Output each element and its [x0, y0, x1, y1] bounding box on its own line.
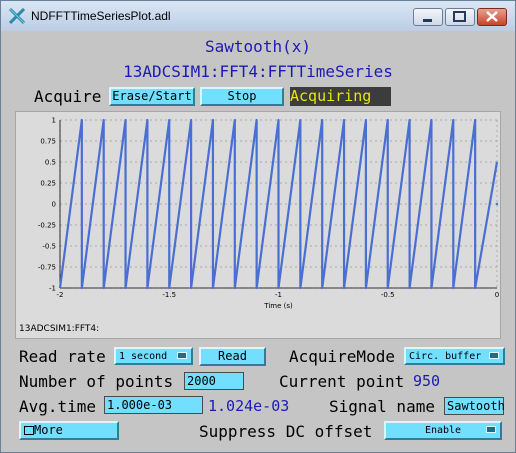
pv-name: 13ADCSIM1:FFT4:FFTTimeSeries — [123, 62, 393, 81]
stop-button[interactable]: Stop — [200, 87, 284, 106]
x-tick-label: 0 — [495, 291, 499, 299]
acquire-status: Acquiring — [290, 87, 391, 106]
client-area: Sawtooth(x) 13ADCSIM1:FFT4:FFTTimeSeries… — [8, 31, 508, 446]
points-label: Number of points — [19, 372, 174, 391]
related-display-icon — [24, 426, 34, 435]
time-series-chart: 10.750.50.250-0.25-0.5-0.75-1-2 -1.5 -1 -0.… — [38, 117, 499, 311]
points-input[interactable]: 2000 — [184, 372, 244, 390]
acquire-mode-menu[interactable]: Circ. buffer — [404, 347, 505, 365]
menu-indicator-icon — [489, 352, 499, 359]
read-button[interactable]: Read — [199, 347, 266, 366]
y-tick-label: -1 — [49, 285, 56, 293]
read-rate-label: Read rate — [19, 347, 106, 366]
erase-start-button[interactable]: Erase/Start — [109, 87, 195, 106]
signal-name-input[interactable]: Sawtooth — [444, 397, 505, 415]
read-rate-value: 1 second — [119, 351, 168, 362]
x-logo-icon — [9, 8, 25, 24]
avg-time-readback: 1.024e-03 — [208, 397, 290, 415]
read-rate-menu[interactable]: 1 second — [114, 347, 193, 365]
current-point-value: 950 — [413, 372, 441, 390]
acquire-label: Acquire — [34, 87, 102, 106]
x-axis-label: Time (s) — [263, 302, 293, 310]
avg-time-label: Avg.time — [19, 397, 97, 416]
more-button[interactable]: More — [19, 421, 119, 440]
more-label: More — [34, 423, 63, 437]
close-icon — [486, 11, 498, 22]
plot-title: Sawtooth(x) — [205, 37, 311, 56]
y-tick-label: 0.25 — [40, 180, 56, 188]
acquire-mode-label: AcquireMode — [289, 347, 395, 366]
y-tick-label: 1 — [52, 117, 56, 125]
y-tick-label: 0 — [52, 201, 56, 209]
time-series-plot: 1 0.75 0.5 0.25 0 -0.25 -0.5 -0.75 -1 -2 -1.5 -1 -0.… — [15, 111, 501, 339]
suppress-dc-menu[interactable]: Enable — [384, 421, 502, 440]
series-line — [58, 118, 499, 290]
window-title: NDFFTTimeSeriesPlot.adl — [31, 9, 171, 23]
x-tick-label: -0.5 — [381, 291, 395, 299]
maximize-icon — [453, 11, 466, 22]
menu-indicator-icon — [486, 426, 496, 433]
signal-name-label: Signal name — [329, 397, 435, 416]
title-bar[interactable]: NDFFTTimeSeriesPlot.adl — [1, 1, 515, 31]
x-tick-label: -2 — [57, 291, 64, 299]
close-button[interactable] — [477, 8, 507, 26]
plot-footer: 13ADCSIM1:FFT4: — [19, 324, 100, 334]
x-tick-label: -1 — [275, 291, 282, 299]
menu-indicator-icon — [177, 352, 187, 359]
x-tick-label: -1.5 — [162, 291, 176, 299]
minimize-button[interactable] — [413, 8, 443, 26]
y-tick-label: -0.5 — [42, 243, 56, 251]
maximize-button[interactable] — [445, 8, 475, 26]
y-tick-label: -0.25 — [38, 222, 56, 230]
acquire-mode-value: Circ. buffer — [409, 351, 482, 362]
app-window: NDFFTTimeSeriesPlot.adl Sawtooth(x) 13AD… — [0, 0, 516, 453]
current-point-label: Current point — [279, 372, 405, 391]
y-tick-label: -0.75 — [38, 264, 56, 272]
minimize-icon — [423, 19, 432, 22]
suppress-dc-label: Suppress DC offset — [199, 422, 373, 441]
series-end-marker — [495, 202, 499, 206]
suppress-dc-value: Enable — [424, 425, 462, 436]
y-tick-label: 0.75 — [40, 138, 56, 146]
avg-time-input[interactable]: 1.000e-03 — [104, 396, 203, 414]
y-tick-label: 0.5 — [45, 159, 56, 167]
